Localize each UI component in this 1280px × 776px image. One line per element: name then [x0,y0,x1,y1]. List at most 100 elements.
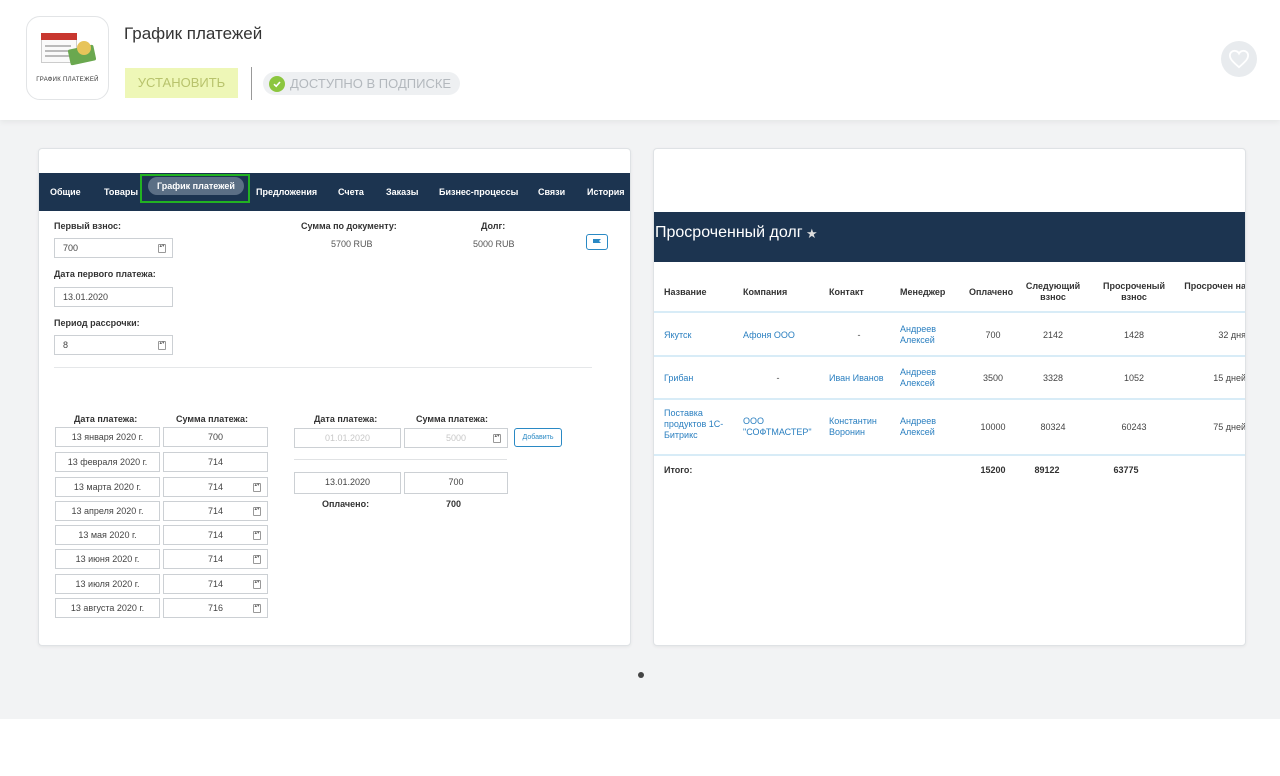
company: - [776,373,780,383]
first-date-label: Дата первого платежа: [54,269,156,279]
tab-invoices[interactable]: Счета [338,173,364,211]
schedule-sum[interactable]: 714 ▴▾ [163,525,268,545]
period-input[interactable]: 8 ▴▾ [54,335,173,355]
schedule-date[interactable]: 13 мая 2020 г. [55,525,160,545]
overdue-days: 15 дней [1213,373,1246,383]
company-link[interactable]: Афоня ООО [743,330,795,341]
stepper-icon[interactable]: ▴▾ [253,531,261,540]
screenshot-payment-schedule[interactable]: Общие Товары График платежей Предложения… [38,148,631,646]
paid-date: 13.01.2020 [294,472,401,494]
entity-tabs: Общие Товары График платежей Предложения… [39,173,630,211]
favorite-button[interactable] [1221,41,1257,77]
add-payment-button[interactable]: Добавить [514,428,562,447]
new-payment-date-input[interactable]: 01.01.2020 [294,428,401,448]
deal-link[interactable]: Поставка продуктов 1С-Битрикс [664,408,734,441]
schedule-date[interactable]: 13 апреля 2020 г. [55,501,160,521]
schedule-sum[interactable]: 700 [163,427,268,447]
stepper-icon[interactable]: ▴▾ [253,507,261,516]
schedule-date[interactable]: 13 января 2020 г. [55,427,160,447]
stepper-icon[interactable]: ▴▾ [253,555,261,564]
stepper-icon[interactable]: ▴▾ [493,434,501,443]
paid-sum: 700 [404,472,508,494]
carousel-dot[interactable] [638,672,644,678]
check-circle-icon [269,75,285,92]
schedule-sum[interactable]: 714 ▴▾ [163,501,268,521]
overdue-payment: 1428 [1123,330,1145,340]
schedule-sum[interactable]: 714 ▴▾ [163,574,268,594]
tab-links[interactable]: Связи [538,173,565,211]
manager-link[interactable]: Андреев Алексей [900,416,945,438]
schedule-date[interactable]: 13 марта 2020 г. [55,477,160,497]
debt-label: Долг: [481,221,506,231]
flag-icon [593,239,601,243]
col-header: Компания [743,287,788,297]
col-header: Оплачено [969,287,1014,297]
logo-text: ГРАФИК ПЛАТЕЖЕЙ [36,77,99,83]
overdue-days: 32 дня [1218,330,1246,340]
total-overdue: 63775 [1113,465,1139,475]
deal-link[interactable]: Якутск [664,330,692,341]
debt-value: 5000 RUB [473,239,515,249]
schedule-sum[interactable]: 714 ▴▾ [163,477,268,497]
contact-link[interactable]: Константин Воронин [829,416,889,438]
schedule-sum[interactable]: 714 ▴▾ [163,549,268,569]
schedule-date[interactable]: 13 июня 2020 г. [55,549,160,569]
tab-offers[interactable]: Предложения [256,173,317,211]
total-next: 89122 [1034,465,1060,475]
schedule-date[interactable]: 13 июля 2020 г. [55,574,160,594]
divider [251,67,252,100]
schedule-sum[interactable]: 714 [163,452,268,472]
period-label: Период рассрочки: [54,318,140,328]
stepper-icon[interactable]: ▴▾ [253,604,261,613]
tab-products[interactable]: Товары [104,173,138,211]
stepper-icon[interactable]: ▴▾ [253,580,261,589]
divider [54,367,592,368]
pay-sum-header: Сумма платежа: [416,414,489,424]
overdue-title: Просроченный долг [655,224,803,241]
stepper-icon[interactable]: ▴▾ [158,341,166,350]
screenshot-overdue-debt[interactable]: Просроченный долг ★ Название Компания Ко… [653,148,1246,646]
manager-link[interactable]: Андреев Алексей [900,367,945,389]
tab-business-processes[interactable]: Бизнес-процессы [439,173,518,211]
overdue-days: 75 дней [1213,422,1246,432]
schedule-date-header: Дата платежа: [74,414,138,424]
contact: - [857,330,861,340]
coin-icon [77,41,91,55]
manager-link[interactable]: Андреев Алексей [900,324,945,346]
col-header: Менеджер [900,287,946,297]
first-date-input[interactable]: 13.01.2020 [54,287,173,307]
overdue-payment: 60243 [1121,422,1147,432]
col-header: Просрочен на [1184,281,1246,291]
total-paid: 15200 [980,465,1006,475]
schedule-date[interactable]: 13 февраля 2020 г. [55,452,160,472]
contact-link[interactable]: Иван Иванов [829,373,884,384]
schedule-date[interactable]: 13 августа 2020 г. [55,598,160,618]
footer-area [0,719,1280,776]
next-payment: 2142 [1042,330,1064,340]
col-header: Следующий взнос [1025,281,1081,302]
schedule-sum[interactable]: 716 ▴▾ [163,598,268,618]
paid-label: Оплачено: [322,499,370,509]
col-header: Контакт [829,287,864,297]
heart-icon [1228,49,1250,69]
star-icon[interactable]: ★ [806,226,818,242]
stepper-icon[interactable]: ▴▾ [158,244,166,253]
doc-sum-value: 5700 RUB [331,239,373,249]
install-button[interactable]: УСТАНОВИТЬ [125,68,238,98]
stepper-icon[interactable]: ▴▾ [253,483,261,492]
first-payment-input[interactable]: 700 ▴▾ [54,238,173,258]
subscription-badge: ДОСТУПНО В ПОДПИСКЕ [263,72,461,95]
app-logo: ГРАФИК ПЛАТЕЖЕЙ [26,16,109,100]
subscription-label: ДОСТУПНО В ПОДПИСКЕ [290,76,452,91]
paid: 3500 [982,373,1004,383]
company-link[interactable]: ООО "СОФТМАСТЕР" [743,416,818,438]
tab-orders[interactable]: Заказы [386,173,418,211]
flag-button[interactable] [586,234,608,250]
next-payment: 80324 [1040,422,1066,432]
app-header: ГРАФИК ПЛАТЕЖЕЙ График платежей УСТАНОВИ… [0,0,1280,120]
deal-link[interactable]: Грибан [664,373,693,384]
next-payment: 3328 [1042,373,1064,383]
new-payment-sum-input[interactable]: 5000 ▴▾ [404,428,508,448]
tab-general[interactable]: Общие [50,173,81,211]
tab-history[interactable]: История [587,173,625,211]
